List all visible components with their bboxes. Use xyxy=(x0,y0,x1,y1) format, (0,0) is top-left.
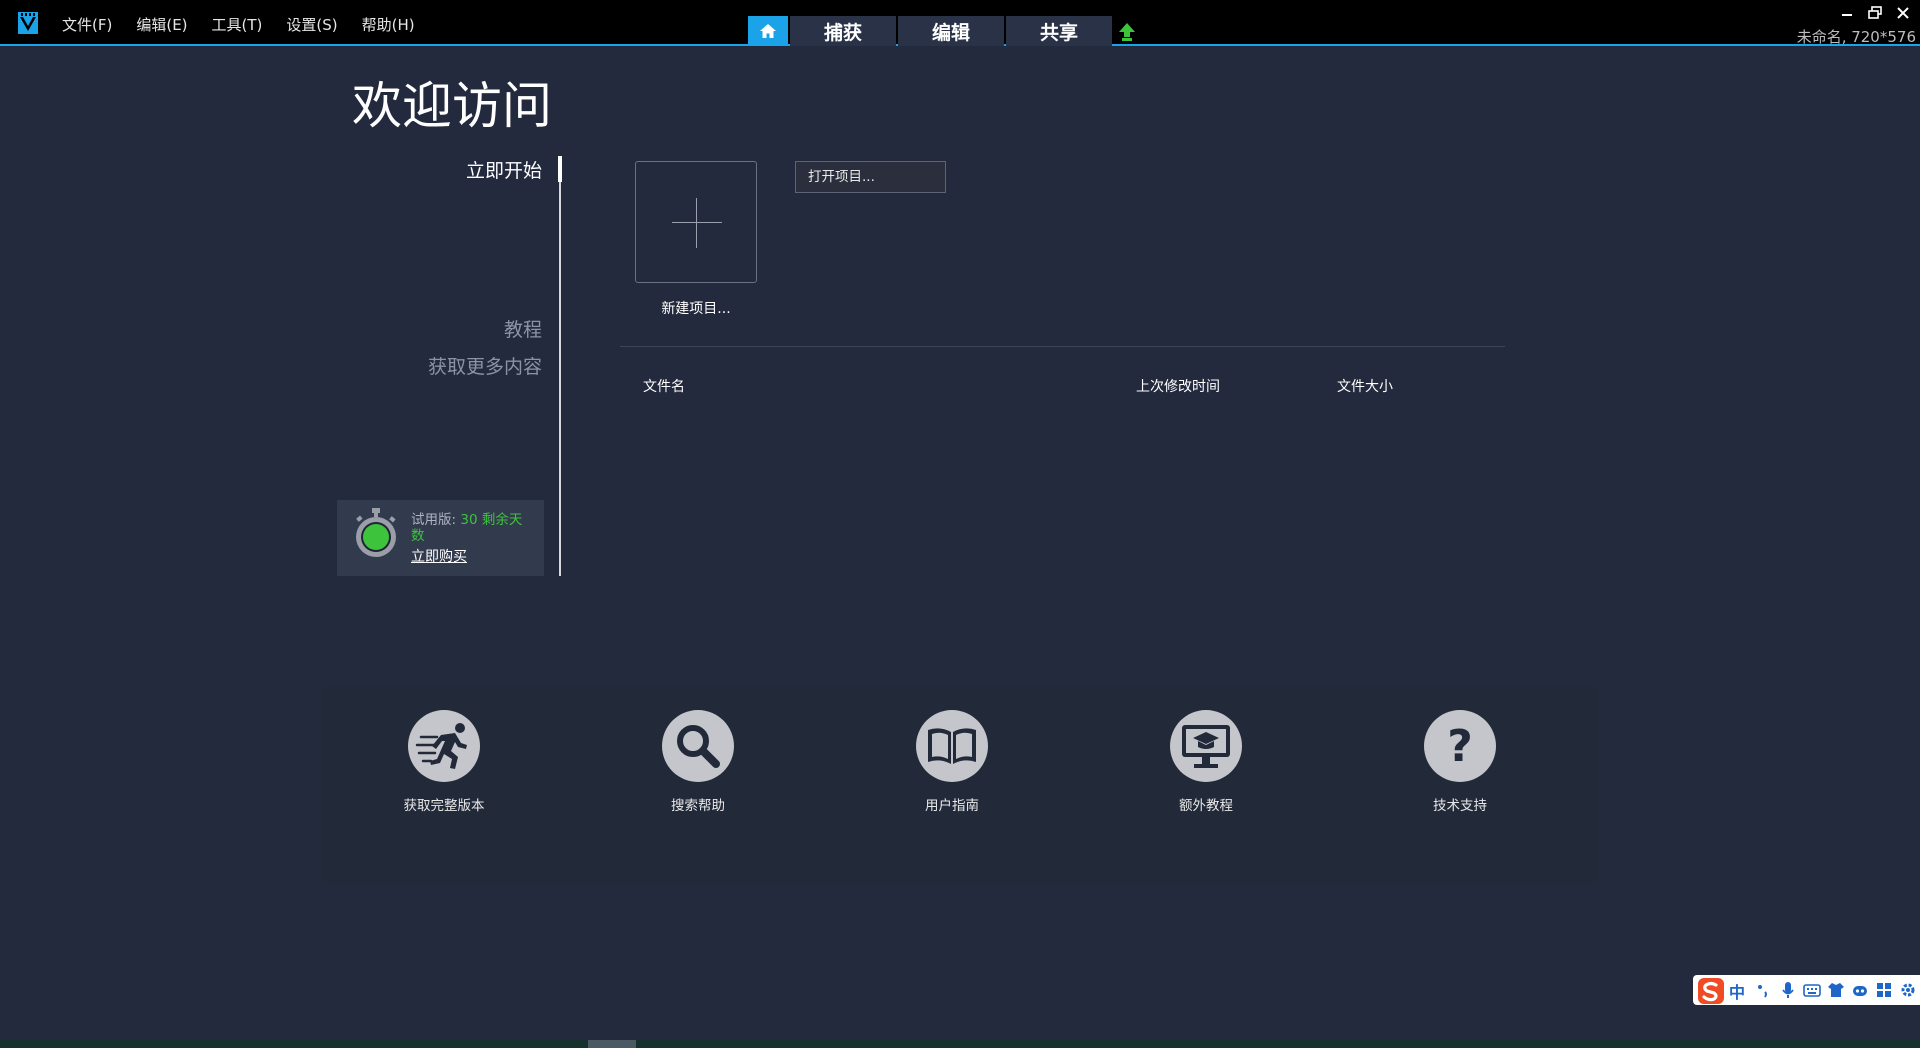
quick-link-label: 额外教程 xyxy=(1179,798,1233,814)
ime-language[interactable]: 中 xyxy=(1729,979,1745,1003)
quick-link-tech-support[interactable]: ? 技术支持 xyxy=(1380,710,1540,814)
sogou-logo-icon[interactable] xyxy=(1697,977,1725,1005)
close-icon[interactable] xyxy=(1894,6,1912,20)
microphone-icon[interactable] xyxy=(1779,981,1797,999)
page-title: 欢迎访问 xyxy=(352,77,552,135)
trial-prefix: 试用版: xyxy=(411,512,457,528)
quick-link-label: 获取完整版本 xyxy=(403,798,485,814)
home-icon xyxy=(760,24,776,38)
trial-status: 试用版: 30 剩余天数 xyxy=(411,512,535,544)
column-header-filename[interactable]: 文件名 xyxy=(643,376,685,396)
ime-icons xyxy=(1755,981,1917,999)
magnifier-icon xyxy=(677,725,720,768)
plus-icon xyxy=(672,222,722,223)
menu-edit[interactable]: 编辑(E) xyxy=(136,14,187,35)
mode-tabs: 捕获 编辑 共享 xyxy=(748,16,1112,46)
quick-link-full-version[interactable]: 获取完整版本 xyxy=(364,710,524,814)
nav-get-more[interactable]: 获取更多内容 xyxy=(428,352,542,379)
plus-icon-vertical xyxy=(696,198,697,248)
side-nav-divider xyxy=(559,156,561,576)
circle xyxy=(408,710,480,782)
menu-tools[interactable]: 工具(T) xyxy=(212,14,263,35)
monitor-graduation-cap-icon xyxy=(1182,725,1230,768)
quick-link-label: 技术支持 xyxy=(1433,798,1487,814)
title-bar: 文件(F) 编辑(E) 工具(T) 设置(S) 帮助(H) 捕获 编辑 共享 未… xyxy=(0,0,1920,46)
trial-panel: 试用版: 30 剩余天数 立即购买 xyxy=(337,500,544,576)
question-mark-icon: ? xyxy=(1447,720,1473,772)
open-book-icon xyxy=(928,728,976,764)
window-controls xyxy=(1838,6,1912,20)
app-logo-icon[interactable] xyxy=(18,12,38,34)
punctuation-icon[interactable] xyxy=(1755,981,1773,999)
circle xyxy=(1170,710,1242,782)
restore-icon[interactable] xyxy=(1866,6,1884,20)
quick-link-label: 用户指南 xyxy=(925,798,979,814)
menu-bar: 文件(F) 编辑(E) 工具(T) 设置(S) 帮助(H) xyxy=(62,14,415,35)
stopwatch-icon xyxy=(356,508,396,557)
minimize-icon[interactable] xyxy=(1838,6,1856,20)
upload-arrow-icon[interactable] xyxy=(1116,22,1138,42)
quick-link-label: 搜索帮助 xyxy=(671,798,725,814)
nav-tutorials[interactable]: 教程 xyxy=(504,315,542,342)
circle: ? xyxy=(1424,710,1496,782)
menu-help[interactable]: 帮助(H) xyxy=(362,14,415,35)
toolbox-grid-icon[interactable] xyxy=(1875,981,1893,999)
new-project-label[interactable]: 新建项目... xyxy=(635,298,757,318)
active-indicator xyxy=(558,156,562,182)
running-man-icon xyxy=(415,723,467,769)
menu-settings[interactable]: 设置(S) xyxy=(286,14,337,35)
taskbar xyxy=(0,1040,1920,1048)
tab-capture[interactable]: 捕获 xyxy=(790,16,896,46)
robot-icon[interactable] xyxy=(1851,981,1869,999)
project-info: 未命名, 720*576 xyxy=(1796,28,1916,46)
circle xyxy=(916,710,988,782)
quick-link-user-guide[interactable]: 用户指南 xyxy=(872,710,1032,814)
column-header-size[interactable]: 文件大小 xyxy=(1337,376,1393,396)
new-project-button[interactable] xyxy=(635,161,757,283)
quick-link-extra-tutorials[interactable]: 额外教程 xyxy=(1126,710,1286,814)
circle xyxy=(662,710,734,782)
menu-file[interactable]: 文件(F) xyxy=(62,14,112,35)
skin-shirt-icon[interactable] xyxy=(1827,981,1845,999)
taskbar-app-button[interactable] xyxy=(588,1040,636,1048)
buy-now-link[interactable]: 立即购买 xyxy=(411,546,467,566)
keyboard-icon[interactable] xyxy=(1803,981,1821,999)
tab-share[interactable]: 共享 xyxy=(1006,16,1112,46)
section-divider xyxy=(620,346,1505,347)
quick-link-search-help[interactable]: 搜索帮助 xyxy=(618,710,778,814)
tab-home[interactable] xyxy=(748,16,788,46)
open-project-button[interactable]: 打开项目... xyxy=(795,161,946,193)
column-header-modified[interactable]: 上次修改时间 xyxy=(1136,376,1220,396)
tab-edit[interactable]: 编辑 xyxy=(898,16,1004,46)
nav-get-started[interactable]: 立即开始 xyxy=(466,156,542,183)
ime-toolbar: 中 xyxy=(1693,975,1920,1005)
settings-gear-icon[interactable] xyxy=(1899,981,1917,999)
